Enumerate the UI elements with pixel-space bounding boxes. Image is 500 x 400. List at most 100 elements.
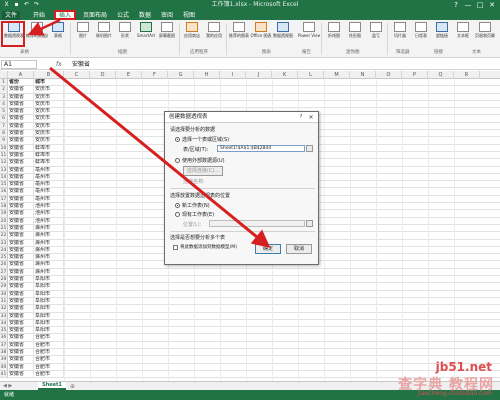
row-header[interactable]: 10 <box>0 144 8 152</box>
range-input[interactable]: Sheet1!$A$1:$B$2844 <box>217 145 305 152</box>
location-picker-icon[interactable] <box>306 220 313 227</box>
column-header[interactable]: D <box>90 71 116 79</box>
dialog-close-button[interactable]: ✕ <box>306 113 316 122</box>
row-header[interactable]: 30 <box>0 290 8 298</box>
column-header[interactable]: M <box>324 71 350 79</box>
cell-city[interactable]: 安庆市 <box>34 93 64 101</box>
row-header[interactable]: 27 <box>0 268 8 277</box>
cell-city[interactable]: 滁州市 <box>34 246 64 255</box>
cell-city[interactable]: 安庆市 <box>34 86 64 94</box>
office-charts-button[interactable]: Office 图表 <box>250 22 272 48</box>
column-header[interactable]: O <box>376 71 402 79</box>
cell-city[interactable]: 亳州市 <box>34 181 64 189</box>
my-apps-button[interactable]: 我的应用 <box>203 22 225 48</box>
cell-city[interactable]: 池州市 <box>34 210 64 218</box>
column-header[interactable]: G <box>168 71 194 79</box>
sheet-nav-arrows-icon[interactable]: ◀ ▶ <box>3 383 12 389</box>
column-header[interactable]: L <box>298 71 324 79</box>
cell-city[interactable]: 安庆市 <box>34 108 64 116</box>
cell-city[interactable]: 安庆市 <box>34 115 64 123</box>
cell-city[interactable]: 阜阳市 <box>34 297 64 306</box>
formula-input[interactable]: 安徽省 <box>72 60 492 69</box>
row-header[interactable]: 37 <box>0 341 8 349</box>
row-header[interactable]: 36 <box>0 334 8 342</box>
column-header[interactable]: P <box>402 71 428 79</box>
cell-province[interactable]: 安徽省 <box>8 137 34 145</box>
cell-province[interactable]: 安徽省 <box>8 86 34 94</box>
minimize-button[interactable]: — <box>462 0 474 10</box>
cell-province[interactable]: 安徽省 <box>8 217 34 225</box>
cell-city[interactable]: 滁州市 <box>34 261 64 269</box>
cell-city[interactable]: 合肥市 <box>34 334 64 342</box>
add-to-data-model-checkbox[interactable]: 将此数据添加到数据模型(M) <box>173 244 237 250</box>
cell-city[interactable]: 滁州市 <box>34 224 64 233</box>
row-header[interactable]: 24 <box>0 246 8 255</box>
tab-view[interactable]: 视图 <box>180 11 198 20</box>
cell-city[interactable]: 滁州市 <box>34 232 64 240</box>
pictures-button[interactable]: 图片 <box>72 22 94 48</box>
radio-existing-worksheet[interactable]: 现有工作表(E) <box>175 211 214 218</box>
column-header[interactable]: N <box>350 71 376 79</box>
power-view-button[interactable]: Power View <box>298 22 320 48</box>
textbox-button[interactable]: 文本框 <box>452 22 474 48</box>
redo-icon[interactable]: ↷ <box>33 1 40 8</box>
radio-external-source[interactable]: 使用外部数据源(U) <box>175 157 225 164</box>
row-header[interactable]: 26 <box>0 261 8 269</box>
cell-province[interactable]: 安徽省 <box>8 203 34 211</box>
row-header[interactable]: 32 <box>0 305 8 313</box>
ok-button[interactable]: 确定 <box>255 244 281 254</box>
cell-city[interactable]: 阜阳市 <box>34 327 64 335</box>
cell-city[interactable]: 安庆市 <box>34 122 64 131</box>
cell-province[interactable]: 安徽省 <box>8 268 34 277</box>
cell-city[interactable]: 合肥市 <box>34 341 64 349</box>
cell-province[interactable]: 安徽省 <box>8 305 34 313</box>
cell-province[interactable]: 安徽省 <box>8 363 34 371</box>
row-header[interactable]: 12 <box>0 159 8 167</box>
tab-page-layout[interactable]: 页面布局 <box>80 11 110 20</box>
cell-city[interactable]: 蚌埠市 <box>34 144 64 152</box>
cell-province[interactable]: 安徽省 <box>8 159 34 167</box>
row-header[interactable]: 7 <box>0 122 8 131</box>
column-header[interactable]: F <box>142 71 168 79</box>
cell-province[interactable]: 安徽省 <box>8 166 34 174</box>
cell-city[interactable]: 安庆市 <box>34 100 64 109</box>
column-header[interactable]: B <box>34 71 64 79</box>
cancel-button[interactable]: 取消 <box>286 244 312 254</box>
row-header[interactable]: 9 <box>0 137 8 145</box>
row-header[interactable]: 34 <box>0 319 8 328</box>
cell-city[interactable]: 滁州市 <box>34 254 64 262</box>
row-header[interactable]: 38 <box>0 348 8 357</box>
row-header[interactable]: 3 <box>0 93 8 101</box>
column-header[interactable]: H <box>194 71 220 79</box>
row-header[interactable]: 35 <box>0 327 8 335</box>
cell-city[interactable]: 池州市 <box>34 217 64 225</box>
row-header[interactable]: 40 <box>0 363 8 371</box>
cell-city[interactable]: 城市 <box>34 79 64 87</box>
cell-province[interactable]: 省份 <box>8 79 34 87</box>
cell-city[interactable]: 阜阳市 <box>34 290 64 298</box>
cell-city[interactable]: 蚌埠市 <box>34 151 64 160</box>
cell-province[interactable]: 安徽省 <box>8 290 34 298</box>
recommended-charts-button[interactable]: 推荐的图表 <box>228 22 250 48</box>
hyperlink-button[interactable]: 超链接 <box>431 22 453 48</box>
cell-city[interactable]: 阜阳市 <box>34 283 64 291</box>
column-header[interactable]: Q <box>428 71 454 79</box>
cell-province[interactable]: 安徽省 <box>8 195 34 204</box>
pivot-chart-button[interactable]: 数据透视图 <box>272 22 294 48</box>
recommended-pivot-button[interactable]: 推荐的数据透视表 <box>26 22 48 48</box>
location-input[interactable] <box>209 220 305 227</box>
row-header[interactable]: 22 <box>0 232 8 240</box>
name-box[interactable]: A1 <box>1 60 37 69</box>
column-header[interactable]: E <box>116 71 142 79</box>
cell-province[interactable]: 安徽省 <box>8 130 34 138</box>
cell-city[interactable]: 池州市 <box>34 203 64 211</box>
new-sheet-icon[interactable]: ⊕ <box>70 383 75 390</box>
radio-select-table-range[interactable]: 选择一个表或区域(S) <box>175 136 229 143</box>
timeline-button[interactable]: 日程表 <box>410 22 432 48</box>
insert-function-icon[interactable]: fx <box>56 60 62 69</box>
column-header[interactable]: J <box>246 71 272 79</box>
cell-city[interactable]: 蚌埠市 <box>34 159 64 167</box>
help-button[interactable]: ? <box>450 0 462 10</box>
close-button[interactable]: ✕ <box>486 0 498 10</box>
cell-province[interactable]: 安徽省 <box>8 283 34 291</box>
